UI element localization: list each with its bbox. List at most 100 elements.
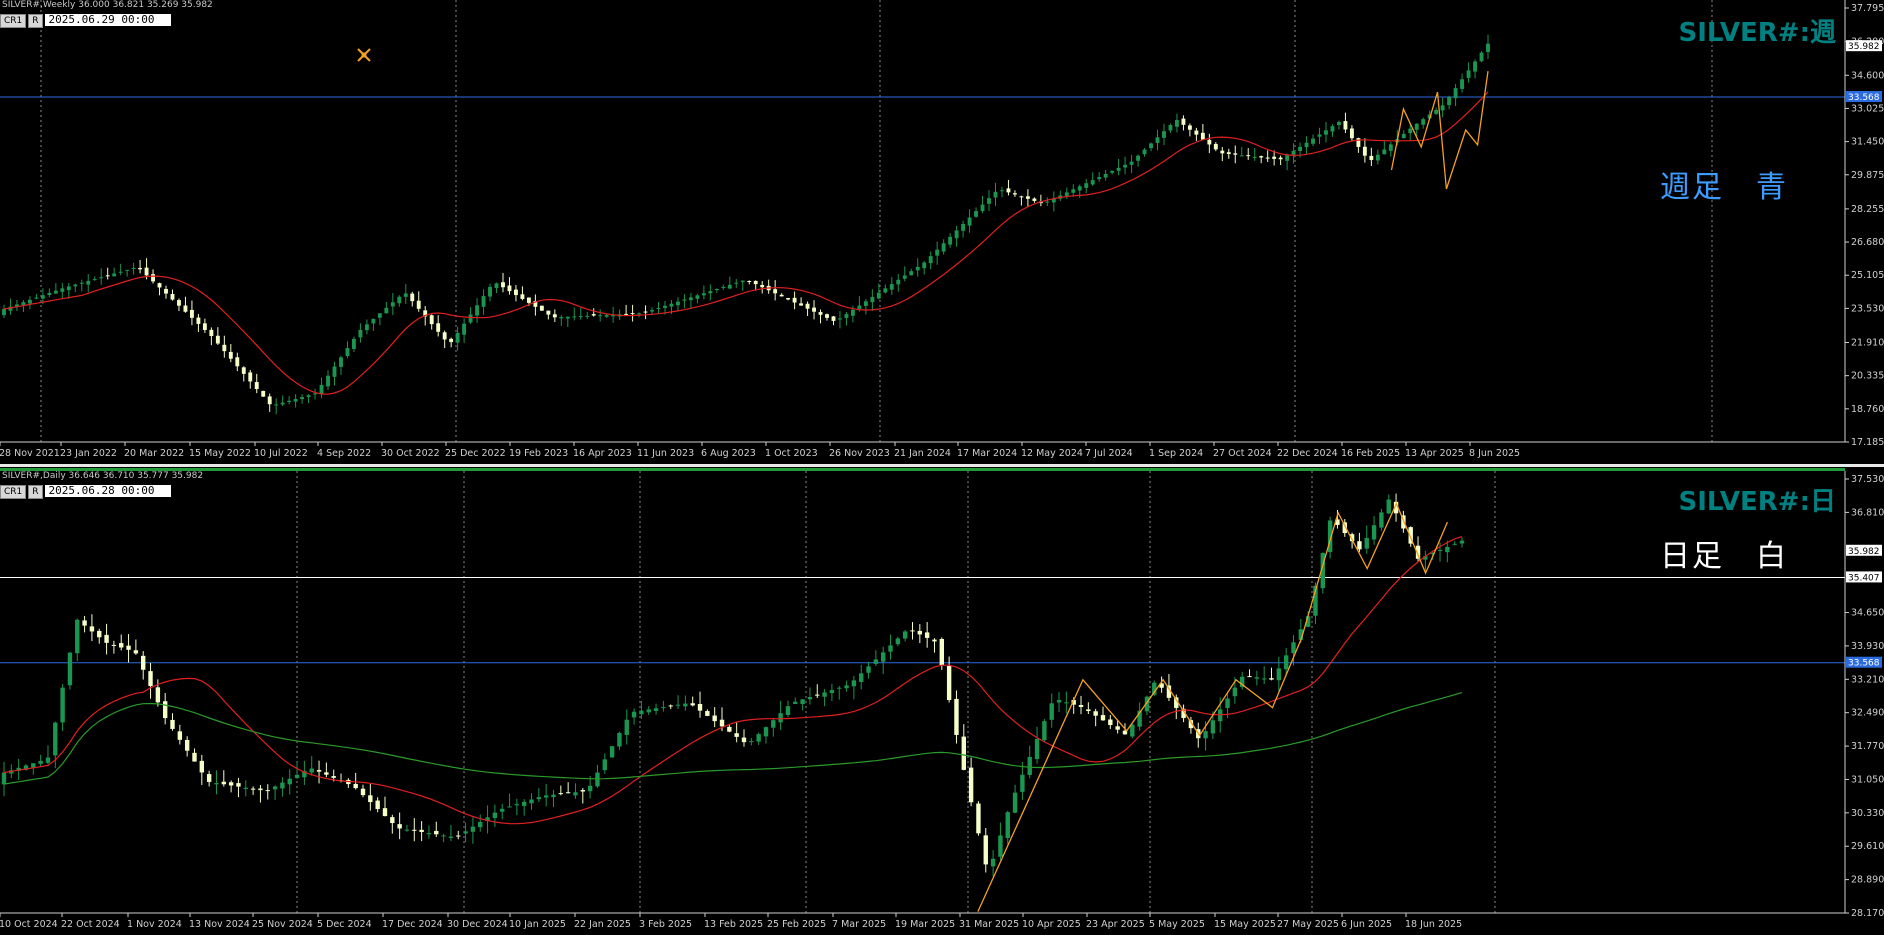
daily-badge-cr1[interactable]: CR1 [0,485,27,499]
candle-body [578,316,583,318]
candle-body [1090,180,1095,185]
time-tick-label: 26 Nov 2023 [829,448,890,459]
candle-body [351,338,356,349]
candle-body [565,792,571,794]
crosshair-icon[interactable] [356,47,372,63]
candle-body [785,706,791,715]
time-tick-label: 6 Aug 2023 [701,448,756,459]
candle-body [598,315,603,317]
candle-body [1388,144,1393,151]
candle-body [455,332,460,343]
candle-body [494,283,499,289]
pane-divider[interactable] [0,464,1884,467]
candle-body [309,768,314,773]
time-tick-label: 23 Apr 2025 [1086,919,1145,930]
candle-body [1056,699,1062,703]
candle-body [199,760,205,773]
candle-body [1129,161,1134,165]
time-tick-label: 15 May 2025 [1214,919,1276,930]
candle-body [53,722,58,756]
candle-body [1115,726,1120,730]
candle-body [287,778,292,785]
candle-body [1162,131,1166,138]
candle-body [1447,97,1452,106]
candle-body [682,299,687,301]
candle-body [866,666,871,673]
candle-body [624,719,629,735]
candle-body [701,293,706,296]
candle-body [543,795,549,798]
candle-body [293,398,298,402]
candle-body [721,286,726,288]
candle-body [883,288,888,293]
candle-body [676,301,680,306]
price-tick-label: 18.760 [1851,404,1884,415]
candle-body [258,788,263,791]
candle-body [1466,70,1471,78]
price-tick-label: 34.650 [1851,608,1884,619]
price-tick-label: 28.255 [1851,204,1884,215]
time-tick-label: 16 Feb 2025 [1341,448,1400,459]
candle-body [1460,79,1465,89]
candle-body [1343,121,1348,130]
candle-body [1210,720,1216,734]
candle-body [1116,167,1121,171]
time-tick-label: 21 Jan 2024 [894,448,951,459]
candle-body [1324,130,1328,135]
weekly-badge-cr1[interactable]: CR1 [0,14,27,28]
candle-body [104,634,109,643]
candle-body [1181,118,1186,125]
candle-body [429,315,434,325]
candle-body [741,737,747,743]
candle-body [1213,143,1218,150]
weekly-date-box[interactable]: 2025.06.29 00:00 [44,14,171,26]
weekly-chart-pane[interactable]: 37.79536.20034.60033.02531.45029.87528.2… [0,0,1884,464]
candle-body [462,323,467,335]
candle-body [177,731,183,740]
candle-body [272,786,278,790]
candle-body [371,318,376,324]
candle-body [565,316,570,319]
candle-body [222,344,227,352]
daily-date-box[interactable]: 2025.06.28 00:00 [44,485,171,497]
candle-body [221,781,226,785]
time-tick-label: 19 Feb 2023 [509,448,568,459]
candle-body [876,292,881,299]
candle-body [639,710,644,715]
candle-body [1025,196,1030,199]
candle-body [27,299,32,304]
candle-body [1123,164,1128,168]
candle-body [993,191,998,198]
candle-body [119,643,124,648]
candle-body [1459,540,1465,544]
time-tick-label: 5 Dec 2024 [317,919,372,930]
candle-body [1479,52,1484,62]
daily-badge-r[interactable]: R [28,485,43,499]
candle-body [850,309,855,316]
candle-body [151,274,155,282]
candle-body [1032,198,1037,201]
candle-body [650,310,654,312]
candle-body [228,351,233,359]
time-tick-label: 1 Oct 2023 [765,448,818,459]
candle-body [1103,173,1108,178]
candle-body [162,701,168,719]
price-tick-label: 31.770 [1851,741,1884,752]
candle-body [1149,143,1153,149]
candle-body [501,282,505,288]
candle-body [815,694,820,696]
weekly-chart-canvas[interactable]: 37.79536.20034.60033.02531.45029.87528.2… [0,0,1884,464]
daily-chart-pane[interactable]: 37.530 36.810 34.650 33.930 33.210 32.490 31.7… [0,471,1884,935]
candle-body [215,335,220,344]
candle-body [1034,739,1040,760]
candle-body [73,284,78,287]
candle-body [948,236,953,245]
weekly-badge-r[interactable]: R [28,14,43,28]
time-tick-label: 25 Feb 2025 [767,919,826,930]
daily-ohlc-info: SILVER#,Daily 36.646 36.710 35.777 35.98… [2,471,204,481]
daily-chart-canvas[interactable]: 37.530 36.810 34.650 33.930 33.210 32.490 31.7… [0,471,1884,935]
candle-body [192,752,197,762]
candle-body [133,650,139,654]
candle-body [968,767,974,803]
candle-body [661,707,666,709]
